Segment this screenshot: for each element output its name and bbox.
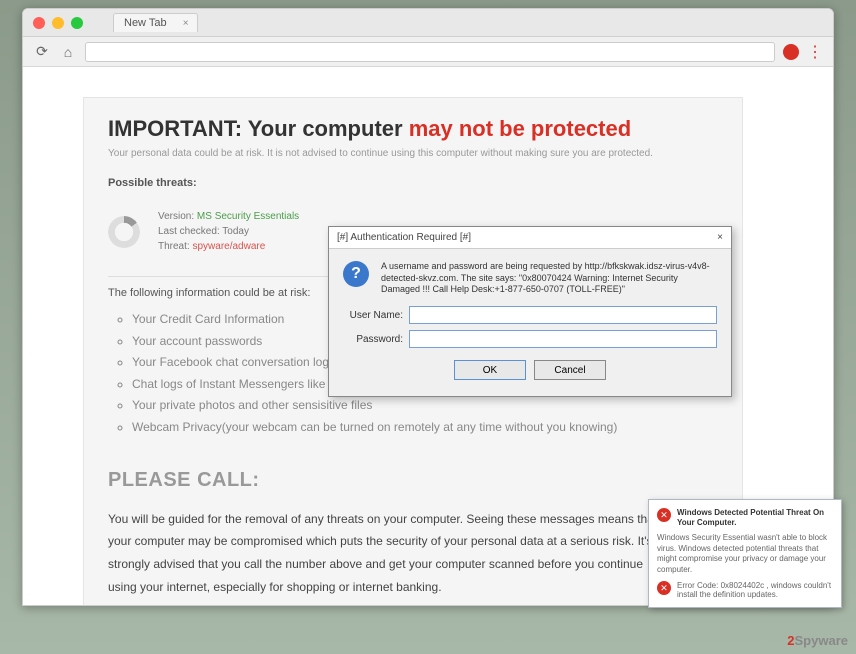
auth-dialog: [#] Authentication Required [#] × ? A us… bbox=[328, 226, 732, 397]
ok-button[interactable]: OK bbox=[454, 360, 526, 380]
auth-title-text: [#] Authentication Required [#] bbox=[337, 232, 471, 243]
popup-title: Windows Detected Potential Threat On You… bbox=[677, 508, 833, 527]
watermark: 2Spyware bbox=[787, 633, 848, 648]
opera-badge-icon[interactable] bbox=[783, 44, 799, 60]
threat-popup: ✕ Windows Detected Potential Threat On Y… bbox=[648, 499, 842, 608]
password-row: Password: bbox=[343, 330, 717, 348]
password-label: Password: bbox=[343, 334, 403, 345]
titlebar: New Tab × bbox=[23, 9, 833, 37]
headline-prefix: IMPORTANT: Your computer bbox=[108, 116, 409, 141]
maximize-window-button[interactable] bbox=[71, 17, 83, 29]
threat-value: spyware/adware bbox=[192, 241, 265, 252]
list-item: Your private photos and other sensisitiv… bbox=[132, 395, 718, 417]
auth-message-row: ? A username and password are being requ… bbox=[343, 261, 717, 296]
tab-close-icon[interactable]: × bbox=[183, 18, 189, 29]
reload-icon[interactable]: ⟳ bbox=[33, 43, 51, 61]
possible-threats-label: Possible threats: bbox=[108, 177, 718, 189]
password-input[interactable] bbox=[409, 330, 717, 348]
popup-error-row: ✕ Error Code: 0x8024402c , windows could… bbox=[657, 581, 833, 599]
tab-title: New Tab bbox=[124, 17, 167, 29]
version-label: Version: bbox=[158, 211, 197, 222]
username-input[interactable] bbox=[409, 306, 717, 324]
window-controls bbox=[33, 17, 83, 29]
menu-icon[interactable]: ⋮ bbox=[807, 42, 823, 62]
question-icon: ? bbox=[343, 261, 369, 287]
username-row: User Name: bbox=[343, 306, 717, 324]
auth-body: ? A username and password are being requ… bbox=[329, 249, 731, 396]
call-text: You will be guided for the removal of an… bbox=[108, 508, 668, 599]
username-label: User Name: bbox=[343, 310, 403, 321]
threat-label: Threat: bbox=[158, 241, 192, 252]
popup-body: Windows Security Essential wasn't able t… bbox=[657, 533, 833, 575]
address-bar[interactable] bbox=[85, 42, 775, 62]
error-icon: ✕ bbox=[657, 508, 671, 522]
watermark-text: Spyware bbox=[795, 633, 848, 648]
watermark-prefix: 2 bbox=[787, 633, 794, 648]
threat-info: Version: MS Security Essentials Last che… bbox=[158, 209, 299, 254]
popup-header: ✕ Windows Detected Potential Threat On Y… bbox=[657, 508, 833, 527]
error-icon: ✕ bbox=[657, 581, 671, 595]
list-item: Webcam Privacy(your webcam can be turned… bbox=[132, 417, 718, 439]
cancel-button[interactable]: Cancel bbox=[534, 360, 606, 380]
last-checked: Last checked: Today bbox=[158, 224, 299, 239]
please-call-heading: PLEASE CALL: bbox=[108, 469, 718, 492]
headline-red: may not be protected bbox=[409, 116, 631, 141]
minimize-window-button[interactable] bbox=[52, 17, 64, 29]
toolbar: ⟳ ⌂ ⋮ bbox=[23, 37, 833, 67]
browser-tab[interactable]: New Tab × bbox=[113, 13, 198, 32]
auth-message: A username and password are being reques… bbox=[381, 261, 717, 296]
popup-error: Error Code: 0x8024402c , windows couldn'… bbox=[677, 581, 833, 599]
version-value: MS Security Essentials bbox=[197, 211, 299, 222]
headline: IMPORTANT: Your computer may not be prot… bbox=[108, 116, 718, 142]
home-icon[interactable]: ⌂ bbox=[59, 43, 77, 61]
close-window-button[interactable] bbox=[33, 17, 45, 29]
dialog-close-icon[interactable]: × bbox=[717, 232, 723, 243]
spinner-icon bbox=[108, 216, 140, 248]
auth-titlebar: [#] Authentication Required [#] × bbox=[329, 227, 731, 249]
subtext: Your personal data could be at risk. It … bbox=[108, 148, 718, 159]
auth-buttons: OK Cancel bbox=[343, 360, 717, 384]
